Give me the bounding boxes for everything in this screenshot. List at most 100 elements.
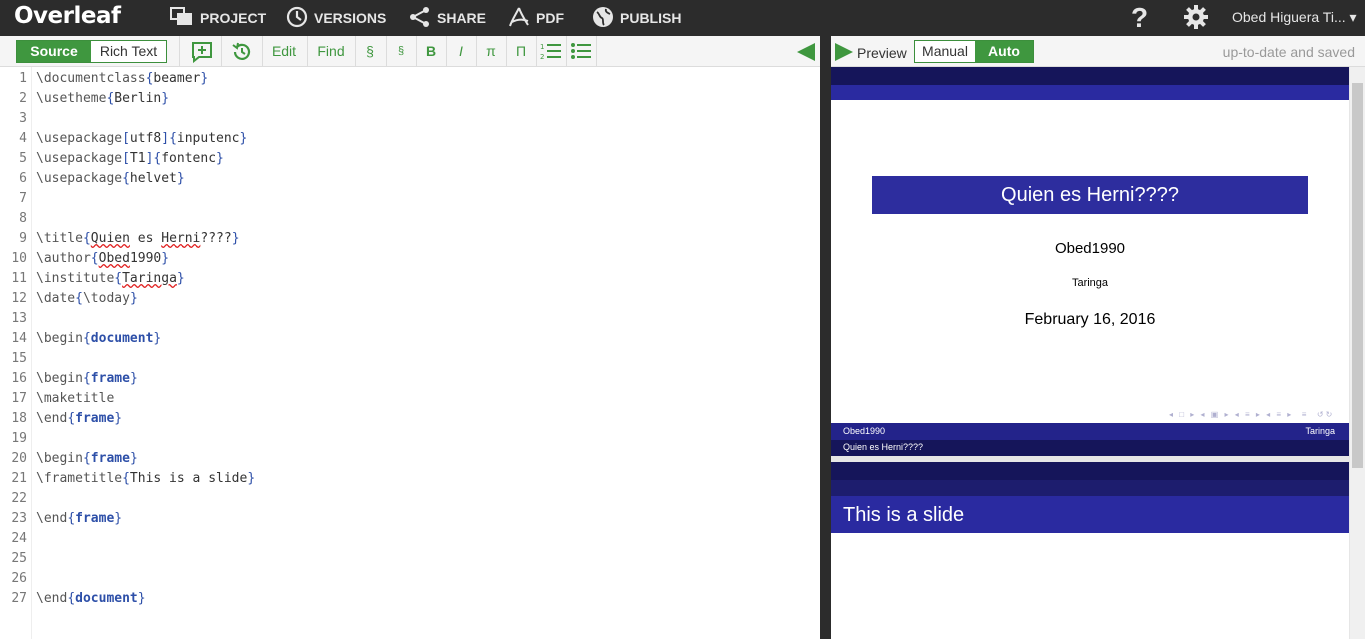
line-number: 9 <box>19 231 27 246</box>
pdf-preview[interactable]: Quien es Herni???? Obed1990 Taringa Febr… <box>831 67 1365 639</box>
code-line[interactable]: 2 \usetheme{Berlin} <box>0 89 820 109</box>
line-number: 8 <box>19 211 27 226</box>
preview-button[interactable]: Preview <box>857 45 907 61</box>
code-text[interactable]: \end{frame} <box>36 509 122 529</box>
code-line[interactable]: 23 \end{frame} <box>0 509 820 529</box>
bold-button[interactable]: B <box>419 40 443 63</box>
slide-header-band <box>831 480 1349 496</box>
code-line[interactable]: 10 \author{Obed1990} <box>0 249 820 269</box>
globe-icon <box>592 6 614 31</box>
section-button[interactable]: § <box>358 40 382 63</box>
code-text[interactable]: \end{frame} <box>36 409 122 429</box>
code-text[interactable]: \documentclass{beamer} <box>36 69 208 89</box>
line-number: 1 <box>19 71 27 86</box>
find-button[interactable]: Find <box>311 40 351 63</box>
nav-pdf[interactable]: PDF <box>508 0 564 36</box>
bulleted-list-icon <box>570 43 592 65</box>
slide-footer-institute: Taringa <box>1305 426 1335 436</box>
code-line[interactable]: 6 \usepackage{helvet} <box>0 169 820 189</box>
edit-button[interactable]: Edit <box>266 40 302 63</box>
editor-mode-toggle: Source Rich Text <box>16 40 167 63</box>
add-comment-button[interactable] <box>188 40 216 64</box>
code-line[interactable]: 15 <box>0 349 820 369</box>
code-line[interactable]: 8 <box>0 209 820 229</box>
svg-text:2: 2 <box>540 53 544 61</box>
pi-button[interactable]: π <box>479 40 503 63</box>
code-line[interactable]: 14 \begin{document} <box>0 329 820 349</box>
line-number: 12 <box>11 291 27 306</box>
code-text[interactable]: \author{Obed1990} <box>36 249 169 269</box>
pdf-scrollbar-thumb[interactable] <box>1352 83 1363 468</box>
history-button[interactable] <box>228 40 256 63</box>
gear-icon[interactable] <box>1183 4 1209 35</box>
line-number: 18 <box>11 411 27 426</box>
pdf-slide-1: Quien es Herni???? Obed1990 Taringa Febr… <box>831 67 1349 456</box>
nav-versions[interactable]: VERSIONS <box>286 0 386 36</box>
code-line[interactable]: 22 <box>0 489 820 509</box>
toolbar-separator <box>506 36 507 67</box>
code-line[interactable]: 1 \documentclass{beamer} <box>0 69 820 89</box>
code-line[interactable]: 26 <box>0 569 820 589</box>
code-line[interactable]: 4 \usepackage[utf8]{inputenc} <box>0 129 820 149</box>
code-line[interactable]: 5 \usepackage[T1]{fontenc} <box>0 149 820 169</box>
code-text[interactable]: \usepackage{helvet} <box>36 169 185 189</box>
code-line[interactable]: 11 \institute{Taringa} <box>0 269 820 289</box>
code-line[interactable]: 13 <box>0 309 820 329</box>
code-line[interactable]: 3 <box>0 109 820 129</box>
auto-compile-button[interactable]: Auto <box>975 41 1033 62</box>
subsection-button[interactable]: § <box>389 40 413 63</box>
toolbar-separator <box>536 36 537 67</box>
code-text[interactable]: \frametitle{This is a slide} <box>36 469 255 489</box>
code-line[interactable]: 16 \begin{frame} <box>0 369 820 389</box>
nav-project-label: PROJECT <box>200 10 267 26</box>
manual-compile-button[interactable]: Manual <box>915 41 975 62</box>
code-text[interactable]: \title{Quien es Herni????} <box>36 229 240 249</box>
code-line[interactable]: 24 <box>0 529 820 549</box>
play-icon[interactable] <box>835 43 853 61</box>
code-line[interactable]: 21 \frametitle{This is a slide} <box>0 469 820 489</box>
source-mode-button[interactable]: Source <box>17 41 91 62</box>
bulleted-list-button[interactable] <box>568 40 594 63</box>
user-menu[interactable]: Obed Higuera Ti... ▾ <box>1232 9 1357 26</box>
nav-pdf-label: PDF <box>536 10 564 26</box>
nav-share[interactable]: SHARE <box>409 0 486 36</box>
code-text[interactable]: \maketitle <box>36 389 114 409</box>
italic-button[interactable]: I <box>449 40 473 63</box>
code-line[interactable]: 7 <box>0 189 820 209</box>
collapse-editor-arrow-icon[interactable] <box>797 43 815 61</box>
code-text[interactable]: \usepackage[T1]{fontenc} <box>36 149 224 169</box>
toolbar-separator <box>355 36 356 67</box>
code-text[interactable]: \begin{frame} <box>36 369 138 389</box>
help-icon[interactable]: ? <box>1131 2 1148 34</box>
code-line[interactable]: 12 \date{\today} <box>0 289 820 309</box>
slide-institute: Taringa <box>1071 277 1109 289</box>
nav-publish-label: PUBLISH <box>620 10 682 26</box>
code-text[interactable]: \begin{frame} <box>36 449 138 469</box>
toolbar-separator <box>446 36 447 67</box>
overleaf-logo[interactable]: Overleaf <box>14 3 121 29</box>
numbered-list-button[interactable]: 12 <box>538 40 564 63</box>
pane-divider[interactable] <box>820 36 831 639</box>
code-editor[interactable]: 1 \documentclass{beamer} 2 \usetheme{Berlin… <box>0 67 820 639</box>
code-line[interactable]: 27 \end{document} <box>0 589 820 609</box>
pdf-scrollbar[interactable] <box>1350 67 1365 639</box>
code-line[interactable]: 9 \title{Quien es Herni????} <box>0 229 820 249</box>
line-number: 21 <box>11 471 27 486</box>
code-text[interactable]: \date{\today} <box>36 289 138 309</box>
nav-project[interactable]: PROJECT <box>170 0 266 36</box>
code-line[interactable]: 18 \end{frame} <box>0 409 820 429</box>
toolbar-separator <box>566 36 567 67</box>
nav-publish[interactable]: PUBLISH <box>592 0 681 36</box>
code-text[interactable]: \begin{document} <box>36 329 161 349</box>
code-line[interactable]: 25 <box>0 549 820 569</box>
code-line[interactable]: 20 \begin{frame} <box>0 449 820 469</box>
capital-pi-button[interactable]: Π <box>509 40 533 63</box>
code-text[interactable]: \usepackage[utf8]{inputenc} <box>36 129 247 149</box>
rich-text-mode-button[interactable]: Rich Text <box>91 41 166 62</box>
code-line[interactable]: 19 <box>0 429 820 449</box>
code-text[interactable]: \end{document} <box>36 589 146 609</box>
code-text[interactable]: \usetheme{Berlin} <box>36 89 169 109</box>
code-text[interactable]: \institute{Taringa} <box>36 269 185 289</box>
toolbar-separator <box>221 36 222 67</box>
code-line[interactable]: 17 \maketitle <box>0 389 820 409</box>
